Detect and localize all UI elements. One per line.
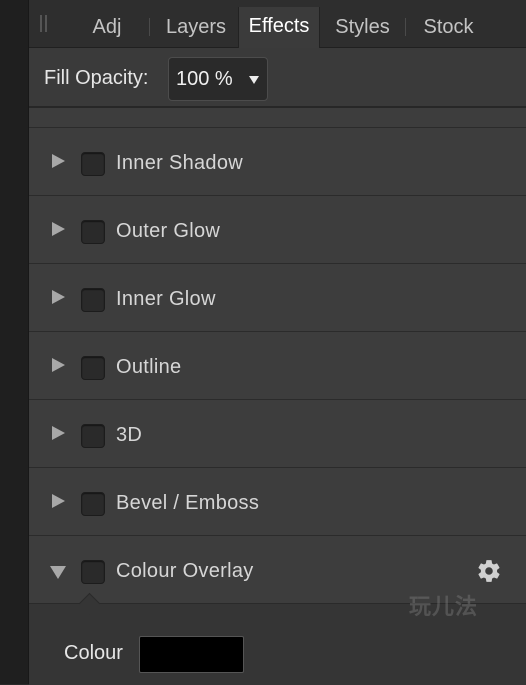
effect-row-inner-shadow[interactable]: Inner Shadow bbox=[29, 128, 526, 196]
effect-enable-checkbox[interactable] bbox=[81, 220, 105, 244]
effect-row-outer-glow[interactable]: Outer Glow bbox=[29, 196, 526, 264]
left-edge-strip bbox=[0, 0, 29, 684]
disclosure-triangle-icon[interactable] bbox=[52, 290, 65, 304]
tab-styles[interactable]: Styles bbox=[325, 8, 400, 47]
effect-row-outline[interactable]: Outline bbox=[29, 332, 526, 400]
effect-name: Colour Overlay bbox=[116, 560, 254, 582]
tab-adj[interactable]: Adj bbox=[76, 8, 138, 47]
effect-enable-checkbox[interactable] bbox=[81, 492, 105, 516]
panel-grip-icon[interactable] bbox=[40, 15, 48, 32]
panel-tab-bar: Adj Layers Effects Styles Stock bbox=[29, 0, 526, 48]
fill-opacity-value: 100 % bbox=[176, 68, 233, 90]
tab-effects[interactable]: Effects bbox=[238, 7, 320, 48]
effect-name: 3D bbox=[116, 424, 143, 446]
disclosure-triangle-icon[interactable] bbox=[52, 154, 65, 168]
disclosure-triangle-icon[interactable] bbox=[52, 426, 65, 440]
tab-separator bbox=[149, 18, 150, 36]
disclosure-triangle-icon[interactable] bbox=[52, 494, 65, 508]
tab-separator bbox=[405, 18, 406, 36]
colour-swatch[interactable] bbox=[139, 636, 244, 673]
watermark-text: 玩儿法 bbox=[409, 594, 479, 619]
chevron-down-icon bbox=[249, 76, 259, 84]
gear-icon[interactable] bbox=[476, 558, 502, 584]
effect-enable-checkbox[interactable] bbox=[81, 356, 105, 380]
effect-enable-checkbox[interactable] bbox=[81, 560, 105, 584]
disclosure-triangle-icon[interactable] bbox=[52, 222, 65, 236]
effects-panel: Adj Layers Effects Styles Stock Fill Opa… bbox=[29, 0, 526, 685]
effect-row-bevel-emboss[interactable]: Bevel / Emboss bbox=[29, 468, 526, 536]
effect-name: Bevel / Emboss bbox=[116, 492, 260, 514]
disclosure-triangle-icon[interactable] bbox=[50, 566, 66, 579]
effect-row-inner-glow[interactable]: Inner Glow bbox=[29, 264, 526, 332]
fill-opacity-label: Fill Opacity: bbox=[44, 67, 149, 89]
effect-row-3d[interactable]: 3D bbox=[29, 400, 526, 468]
effects-list-top-divider bbox=[29, 108, 526, 128]
effect-name: Inner Shadow bbox=[116, 152, 244, 174]
tab-stock[interactable]: Stock bbox=[411, 8, 486, 47]
effect-name: Outer Glow bbox=[116, 220, 221, 242]
fill-opacity-row: Fill Opacity: 100 % bbox=[29, 48, 526, 108]
effect-name: Inner Glow bbox=[116, 288, 216, 310]
colour-label: Colour bbox=[64, 642, 123, 664]
effect-enable-checkbox[interactable] bbox=[81, 152, 105, 176]
watermark-logo: 玩儿法 bbox=[409, 589, 478, 621]
effect-enable-checkbox[interactable] bbox=[81, 288, 105, 312]
tab-layers[interactable]: Layers bbox=[154, 8, 238, 47]
fill-opacity-dropdown[interactable]: 100 % bbox=[168, 57, 268, 101]
effect-name: Outline bbox=[116, 356, 182, 378]
effect-enable-checkbox[interactable] bbox=[81, 424, 105, 448]
disclosure-triangle-icon[interactable] bbox=[52, 358, 65, 372]
